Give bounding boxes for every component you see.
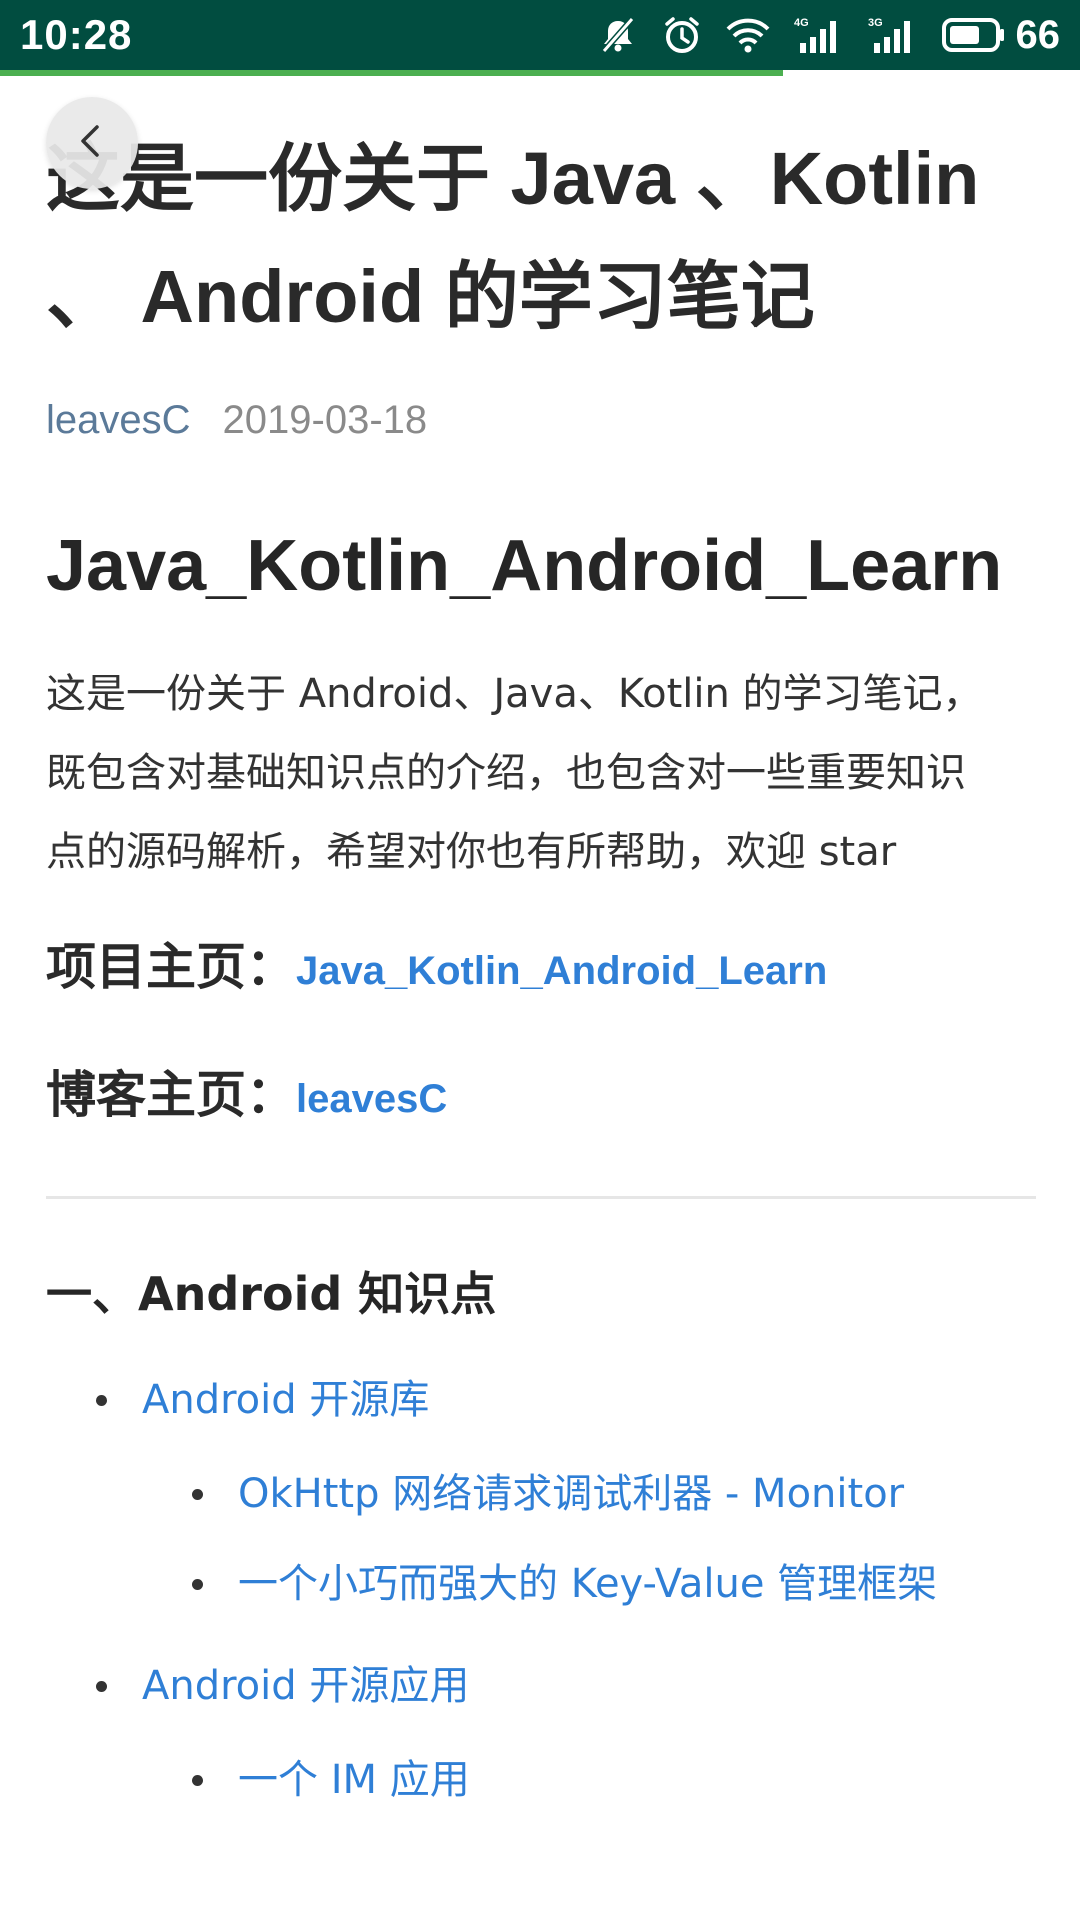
sublist: OkHttp 网络请求调试利器 - Monitor 一个小巧而强大的 Key-V… xyxy=(46,1449,1036,1629)
list-item[interactable]: OkHttp 网络请求调试利器 - Monitor xyxy=(46,1449,1036,1539)
status-time: 10:28 xyxy=(20,11,133,58)
wifi-icon xyxy=(726,15,770,55)
intro-line: 既包含对基础知识点的介绍，也包含对一些重要知识 xyxy=(46,750,966,796)
list-item[interactable]: 一个 IM 应用 xyxy=(46,1735,1036,1825)
page-load-progress xyxy=(0,70,1080,76)
status-bar: 10:28 4G 3G 66 xyxy=(0,0,1080,70)
chevron-left-icon xyxy=(72,121,112,165)
page-title: 这是一份关于 Java 、Kotlin 、 Android 的学习笔记 xyxy=(46,120,1036,356)
battery: 66 xyxy=(941,12,1061,58)
list-item-link[interactable]: 一个小巧而强大的 Key-Value 管理框架 xyxy=(238,1561,937,1607)
intro-line: 这是一份关于 Android、Java、Kotlin 的学习笔记， xyxy=(46,671,983,717)
bullet xyxy=(96,1395,107,1406)
list-item-link[interactable]: 一个 IM 应用 xyxy=(238,1757,470,1803)
article: 这是一份关于 Java 、Kotlin 、 Android 的学习笔记 leav… xyxy=(46,120,1036,1825)
sublist: 一个 IM 应用 xyxy=(46,1735,1036,1825)
list-item[interactable]: 一个小巧而强大的 Key-Value 管理框架 xyxy=(46,1539,1036,1629)
publish-date: 2019-03-18 xyxy=(222,398,428,442)
article-heading: Java_Kotlin_Android_Learn xyxy=(46,526,1003,606)
project-homepage-row: 项目主页： Java_Kotlin_Android_Learn xyxy=(46,922,1036,1012)
article-meta: leavesC 2019-03-18 xyxy=(46,398,1036,443)
signal-4g-icon: 4G xyxy=(794,15,844,55)
bullet xyxy=(192,1489,203,1500)
list-item-link[interactable]: Android 开源应用 xyxy=(142,1663,469,1709)
author-link[interactable]: leavesC xyxy=(46,398,191,443)
bullet xyxy=(192,1579,203,1590)
svg-text:4G: 4G xyxy=(794,17,809,29)
project-homepage-link[interactable]: Java_Kotlin_Android_Learn xyxy=(296,949,827,994)
project-homepage-label: 项目主页： xyxy=(46,938,296,996)
back-button[interactable] xyxy=(46,97,138,189)
topic-list: Android 开源库 OkHttp 网络请求调试利器 - Monitor 一个… xyxy=(46,1355,1036,1825)
alarm-icon xyxy=(662,15,702,55)
divider xyxy=(46,1196,1036,1199)
bullet xyxy=(96,1681,107,1692)
list-item-link[interactable]: OkHttp 网络请求调试利器 - Monitor xyxy=(238,1471,904,1517)
blog-homepage-row: 博客主页： leavesC xyxy=(46,1050,1036,1140)
svg-text:3G: 3G xyxy=(868,17,883,29)
intro-line: 点的源码解析，希望对你也有所帮助，欢迎 star xyxy=(46,829,897,875)
mute-bell-icon xyxy=(598,15,638,55)
battery-icon xyxy=(941,17,1006,53)
list-item[interactable]: Android 开源应用 xyxy=(46,1641,1036,1731)
page-title-line: 、 Android 的学习笔记 xyxy=(46,255,815,338)
blog-homepage-link[interactable]: leavesC xyxy=(296,1077,447,1122)
status-icons: 4G 3G 66 xyxy=(598,12,1061,58)
page-title-line: 这是一份关于 Java 、Kotlin xyxy=(46,137,980,220)
blog-homepage-label: 博客主页： xyxy=(46,1066,296,1124)
signal-3g-icon: 3G xyxy=(868,15,918,55)
list-item[interactable]: Android 开源库 xyxy=(46,1355,1036,1445)
page-load-progress-fill xyxy=(0,70,783,76)
section-heading: 一、Android 知识点 xyxy=(46,1267,497,1321)
bullet xyxy=(192,1775,203,1786)
battery-percent: 66 xyxy=(1015,12,1061,57)
list-item-link[interactable]: Android 开源库 xyxy=(142,1377,429,1423)
intro-paragraph: 这是一份关于 Android、Java、Kotlin 的学习笔记， 既包含对基础… xyxy=(46,655,1036,892)
